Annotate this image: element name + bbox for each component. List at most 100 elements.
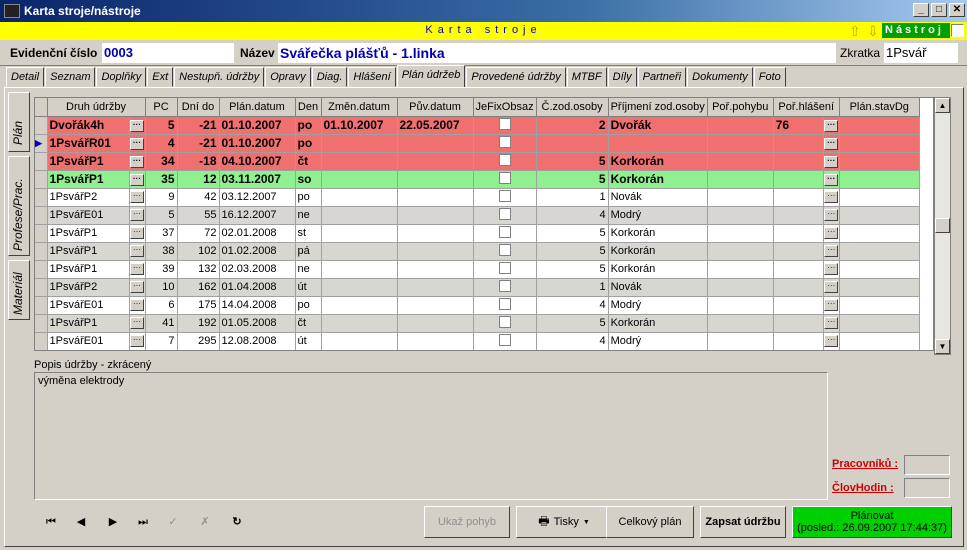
tab-13[interactable]: Dokumenty — [687, 67, 753, 87]
cell-porhl[interactable] — [773, 260, 824, 279]
close-button[interactable]: ✕ — [949, 3, 965, 17]
ellipsis-button[interactable]: ··· — [824, 209, 839, 222]
cell-button[interactable]: ··· — [129, 296, 146, 315]
cell-zmen[interactable] — [321, 260, 398, 279]
cell-stav[interactable] — [839, 314, 920, 333]
cell-button[interactable]: ··· — [823, 224, 840, 243]
cell-puv[interactable] — [397, 206, 474, 225]
cell-pc[interactable]: 37 — [145, 224, 178, 243]
cell-button[interactable]: ··· — [823, 170, 840, 189]
cell-stav[interactable] — [839, 224, 920, 243]
cell-czod[interactable]: 5 — [536, 152, 609, 171]
cell-den[interactable]: po — [295, 134, 322, 153]
cell-plan[interactable]: 01.02.2008 — [219, 242, 296, 261]
column-header[interactable]: JeFixObsaz — [473, 98, 537, 117]
cell-button[interactable]: ··· — [823, 242, 840, 261]
ellipsis-button[interactable]: ··· — [130, 263, 144, 276]
column-header[interactable]: PC — [145, 98, 178, 117]
cell-fix[interactable] — [473, 260, 537, 279]
cell-druh[interactable]: 1PsvářP1 — [47, 314, 130, 333]
cell-pc[interactable]: 38 — [145, 242, 178, 261]
ellipsis-button[interactable]: ··· — [130, 191, 144, 204]
cell-button[interactable]: ··· — [823, 134, 840, 153]
cell-button[interactable]: ··· — [823, 314, 840, 333]
row-indicator[interactable] — [35, 332, 48, 350]
cell-druh[interactable]: 1PsvářP1 — [47, 242, 130, 261]
ellipsis-button[interactable]: ··· — [824, 299, 839, 312]
cell-druh[interactable]: 1PsvářP1 — [47, 224, 130, 243]
cell-porpoh[interactable] — [707, 332, 774, 350]
cell-porpoh[interactable] — [707, 116, 774, 135]
fix-checkbox[interactable] — [498, 117, 511, 130]
cell-pc[interactable]: 4 — [145, 134, 178, 153]
cell-plan[interactable]: 02.01.2008 — [219, 224, 296, 243]
column-header[interactable]: Dní do — [177, 98, 220, 117]
cell-druh[interactable]: Dvořák4h — [47, 116, 130, 135]
cell-dni[interactable]: 12 — [177, 170, 220, 189]
cell-stav[interactable] — [839, 152, 920, 171]
tab-10[interactable]: MTBF — [566, 67, 607, 87]
ellipsis-button[interactable]: ··· — [130, 299, 144, 312]
cell-czod[interactable]: 5 — [536, 242, 609, 261]
column-header[interactable]: Plán.datum — [219, 98, 296, 117]
nav-cancel-icon[interactable]: ✗ — [192, 512, 218, 532]
table-row[interactable]: 1PsvářP1 ··· 35 12 03.11.2007 so 5 Korkorán ··· — [35, 170, 920, 189]
cell-stav[interactable] — [839, 296, 920, 315]
ellipsis-button[interactable]: ··· — [824, 227, 839, 240]
cell-prijmeni[interactable] — [608, 134, 708, 153]
ellipsis-button[interactable]: ··· — [824, 335, 839, 348]
cell-fix[interactable] — [473, 242, 537, 261]
grid-scrollbar[interactable]: ▲ ▼ — [934, 97, 951, 355]
column-header[interactable] — [35, 98, 48, 117]
cell-prijmeni[interactable]: Modrý — [608, 296, 708, 315]
cell-porhl[interactable] — [773, 224, 824, 243]
cell-czod[interactable]: 1 — [536, 188, 609, 207]
cell-den[interactable]: čt — [295, 152, 322, 171]
cell-puv[interactable] — [397, 332, 474, 350]
cell-dni[interactable]: 55 — [177, 206, 220, 225]
column-header[interactable]: Č.zod.osoby — [536, 98, 609, 117]
table-row[interactable]: 1PsvářP1 ··· 39 132 02.03.2008 ne 5 Korkorán ··· — [35, 260, 920, 279]
cell-den[interactable]: so — [295, 170, 322, 189]
print-button[interactable]: 🖶 Tisky ▼ — [516, 506, 612, 538]
table-row[interactable]: 1PsvářE01 ··· 7 295 12.08.2008 út 4 Modrý ··· — [35, 332, 920, 350]
cell-plan[interactable]: 01.05.2008 — [219, 314, 296, 333]
column-header[interactable]: Změn.datum — [321, 98, 398, 117]
cell-zmen[interactable] — [321, 188, 398, 207]
cell-porpoh[interactable] — [707, 170, 774, 189]
cell-stav[interactable] — [839, 332, 920, 350]
cell-den[interactable]: po — [295, 296, 322, 315]
arrow-up-icon[interactable]: ⇧ — [848, 22, 862, 40]
cell-fix[interactable] — [473, 206, 537, 225]
tab-8[interactable]: Plán údržeb — [396, 65, 466, 87]
ellipsis-button[interactable]: ··· — [130, 119, 144, 132]
cell-porpoh[interactable] — [707, 296, 774, 315]
ellipsis-button[interactable]: ··· — [130, 317, 144, 330]
ellipsis-button[interactable]: ··· — [130, 155, 144, 168]
cell-fix[interactable] — [473, 188, 537, 207]
cell-button[interactable]: ··· — [823, 296, 840, 315]
cell-porpoh[interactable] — [707, 242, 774, 261]
cell-pc[interactable]: 39 — [145, 260, 178, 279]
table-row[interactable]: 1PsvářP2 ··· 9 42 03.12.2007 po 1 Novák ··· — [35, 188, 920, 207]
cell-button[interactable]: ··· — [129, 116, 146, 135]
cell-pc[interactable]: 34 — [145, 152, 178, 171]
ellipsis-button[interactable]: ··· — [824, 317, 839, 330]
cell-puv[interactable] — [397, 242, 474, 261]
scroll-down-button[interactable]: ▼ — [935, 339, 950, 354]
cell-pc[interactable]: 6 — [145, 296, 178, 315]
cell-button[interactable]: ··· — [823, 152, 840, 171]
row-indicator[interactable] — [35, 116, 48, 135]
cell-stav[interactable] — [839, 188, 920, 207]
cell-plan[interactable]: 01.10.2007 — [219, 134, 296, 153]
cell-pc[interactable]: 7 — [145, 332, 178, 350]
cell-plan[interactable]: 03.11.2007 — [219, 170, 296, 189]
vtab-profese[interactable]: Profese/Prac. — [8, 156, 30, 256]
cell-den[interactable]: po — [295, 116, 322, 135]
cell-stav[interactable] — [839, 260, 920, 279]
cell-czod[interactable]: 4 — [536, 296, 609, 315]
cell-prijmeni[interactable]: Korkorán — [608, 314, 708, 333]
cell-zmen[interactable]: 01.10.2007 — [321, 116, 398, 135]
ellipsis-button[interactable]: ··· — [824, 191, 839, 204]
cell-dni[interactable]: 162 — [177, 278, 220, 297]
